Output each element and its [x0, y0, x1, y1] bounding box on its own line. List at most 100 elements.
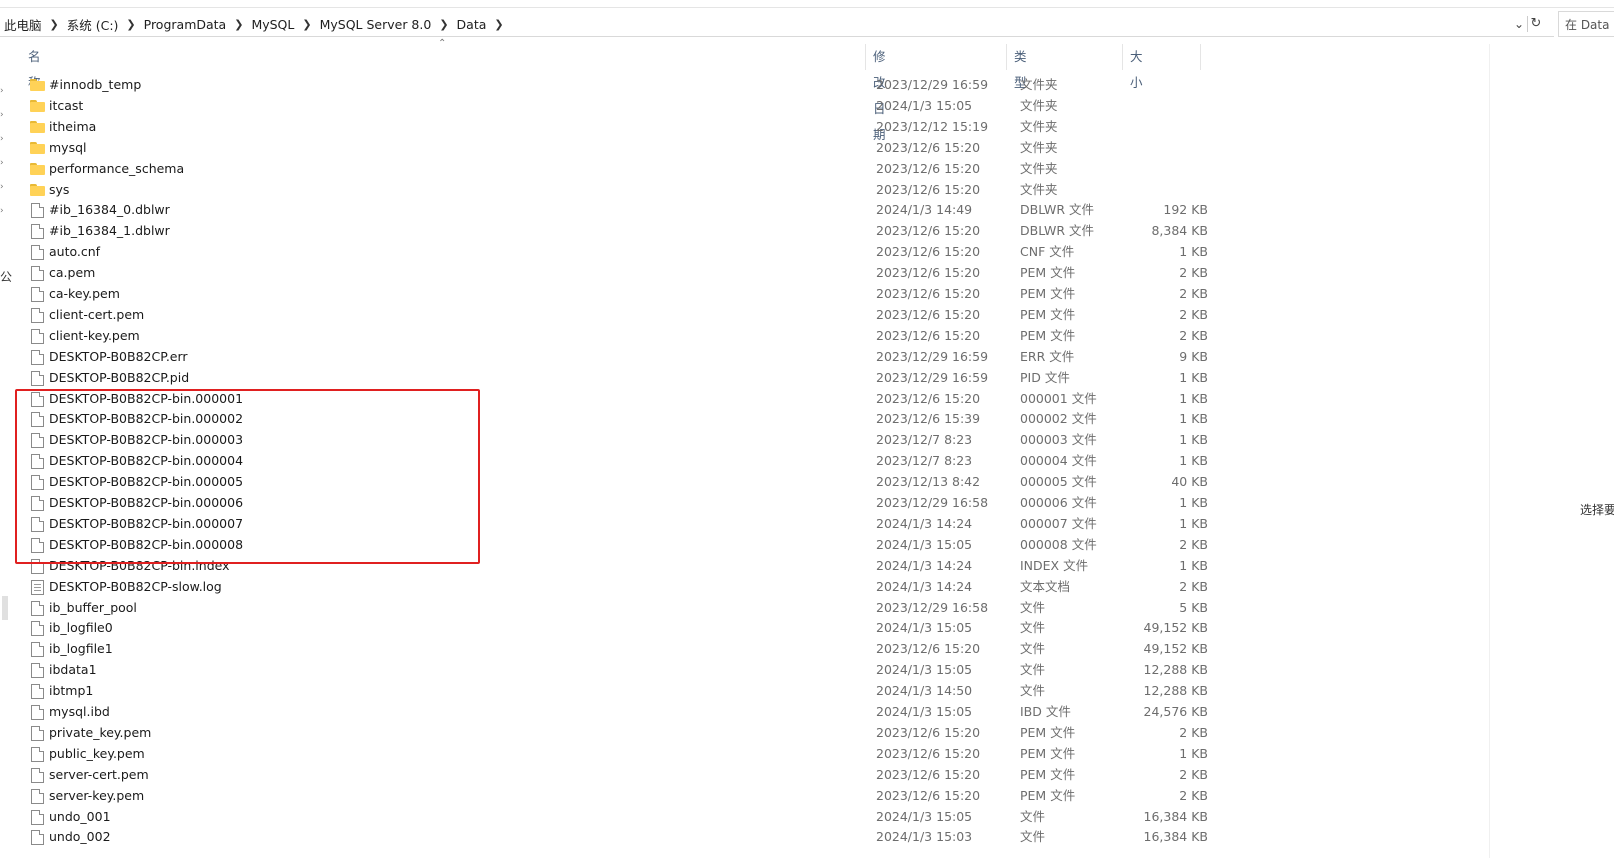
breadcrumb-this-pc[interactable]: 此电脑 [0, 15, 46, 34]
file-name: ib_buffer_pool [49, 599, 137, 615]
file-type: 文件夹 [1020, 77, 1058, 92]
file-row[interactable]: sys 2023/12/6 15:20 文件夹 [0, 180, 1230, 200]
file-name: ca.pem [49, 265, 96, 281]
file-row[interactable]: ca-key.pem 2023/12/6 15:20 PEM 文件 2 KB [0, 284, 1230, 304]
search-input[interactable]: 在 Data [1558, 11, 1614, 37]
breadcrumb-programdata[interactable]: ProgramData [140, 17, 231, 32]
file-name: server-key.pem [49, 787, 145, 803]
file-row[interactable]: #ib_16384_1.dblwr 2023/12/6 15:20 DBLWR 文件… [0, 221, 1230, 241]
file-type: INDEX 文件 [1020, 557, 1089, 573]
breadcrumb-mysql[interactable]: MySQL [247, 17, 298, 32]
file-size: 2 KB [1179, 327, 1208, 343]
address-bar[interactable]: 此电脑 ❯ 系统 (C:) ❯ ProgramData ❯ MySQL ❯ My… [0, 11, 1554, 37]
file-row[interactable]: ib_buffer_pool 2023/12/29 16:58 文件 5 KB [0, 598, 1230, 618]
file-type: 文件 [1020, 683, 1046, 699]
file-type: 文件 [1020, 599, 1046, 615]
file-icon [31, 725, 44, 741]
file-name: ibtmp1 [49, 683, 94, 699]
file-row[interactable]: ib_logfile0 2024/1/3 15:05 文件 49,152 KB [0, 618, 1230, 638]
file-row[interactable]: undo_001 2024/1/3 15:05 文件 16,384 KB [0, 807, 1230, 827]
file-row[interactable]: DESKTOP-B0B82CP.err 2023/12/29 16:59 ERR 文… [0, 347, 1230, 367]
file-size: 16,384 KB [1143, 808, 1208, 824]
file-row[interactable]: public_key.pem 2023/12/6 15:20 PEM 文件 1 KB [0, 744, 1230, 764]
file-name: DESKTOP-B0B82CP.err [49, 348, 188, 364]
file-type: ERR 文件 [1020, 348, 1075, 364]
file-row[interactable]: DESKTOP-B0B82CP-slow.log 2024/1/3 14:24 文本… [0, 577, 1230, 597]
file-modified-date: 2023/12/6 15:20 [876, 139, 981, 155]
chevron-down-icon[interactable]: ⌄ [1512, 15, 1526, 33]
file-modified-date: 2023/12/6 15:39 [876, 411, 981, 427]
column-divider[interactable] [1122, 44, 1123, 70]
breadcrumb-mysql-server[interactable]: MySQL Server 8.0 [316, 17, 436, 32]
file-name: ca-key.pem [49, 286, 120, 301]
file-icon [31, 621, 44, 637]
file-name: DESKTOP-B0B82CP.pid [49, 369, 190, 385]
file-modified-date: 2024/1/3 14:50 [876, 683, 973, 699]
file-type: 文件夹 [1020, 139, 1058, 155]
file-modified-date: 2023/12/29 16:58 [876, 495, 989, 510]
file-icon [31, 746, 44, 762]
file-row[interactable]: client-key.pem 2023/12/6 15:20 PEM 文件 2 KB [0, 326, 1230, 346]
chevron-right-icon[interactable]: ❯ [46, 18, 63, 31]
file-size: 1 KB [1179, 411, 1208, 427]
file-icon [31, 705, 44, 720]
column-header-name[interactable]: 名称 [22, 44, 41, 90]
file-name: sys [49, 181, 70, 197]
file-type: CNF 文件 [1020, 244, 1075, 260]
file-icon [31, 767, 44, 783]
file-icon [31, 642, 44, 658]
file-row[interactable]: ibtmp1 2024/1/3 14:50 文件 12,288 KB [0, 681, 1230, 701]
chevron-right-icon[interactable]: ❯ [490, 18, 507, 31]
file-size: 12,288 KB [1143, 662, 1208, 678]
file-name: DESKTOP-B0B82CP-slow.log [49, 578, 222, 594]
file-name: #ib_16384_1.dblwr [49, 223, 170, 239]
file-size [1130, 180, 1208, 200]
file-type: 000006 文件 [1020, 495, 1097, 510]
chevron-right-icon[interactable]: ❯ [122, 18, 139, 31]
file-row[interactable]: itheima 2023/12/12 15:19 文件夹 [0, 117, 1230, 137]
breadcrumb-data[interactable]: Data [453, 17, 491, 32]
file-type: 文件 [1020, 829, 1046, 845]
column-divider[interactable] [865, 44, 866, 70]
file-modified-date: 2023/12/6 15:20 [876, 787, 981, 803]
chevron-right-icon[interactable]: ❯ [230, 18, 247, 31]
file-modified-date: 2023/12/6 15:20 [876, 223, 981, 239]
chevron-right-icon[interactable]: ❯ [298, 18, 315, 31]
file-size [1130, 138, 1208, 158]
file-modified-date: 2024/1/3 15:03 [876, 829, 973, 845]
file-row[interactable]: ca.pem 2023/12/6 15:20 PEM 文件 2 KB [0, 263, 1230, 283]
file-row[interactable]: private_key.pem 2023/12/6 15:20 PEM 文件 2 KB [0, 723, 1230, 743]
file-row[interactable]: undo_002 2024/1/3 15:03 文件 16,384 KB [0, 827, 1230, 847]
file-row[interactable]: #innodb_temp 2023/12/29 16:59 文件夹 [0, 75, 1230, 95]
column-divider[interactable] [1006, 44, 1007, 70]
column-divider[interactable] [1200, 44, 1201, 70]
column-header-size[interactable]: 大小 [1124, 44, 1143, 90]
breadcrumb-drive-c[interactable]: 系统 (C:) [63, 15, 123, 34]
file-name: mysql [49, 139, 87, 155]
file-row[interactable]: itcast 2024/1/3 15:05 文件夹 [0, 96, 1230, 116]
file-row[interactable]: server-key.pem 2023/12/6 15:20 PEM 文件 2 KB [0, 786, 1230, 806]
folder-icon [30, 99, 45, 112]
refresh-icon[interactable]: ↻ [1528, 15, 1544, 33]
file-modified-date: 2023/12/6 15:20 [876, 244, 981, 260]
file-icon [31, 370, 44, 386]
file-row[interactable]: mysql.ibd 2024/1/3 15:05 IBD 文件 24,576 KB [0, 702, 1230, 722]
file-row[interactable]: #ib_16384_0.dblwr 2024/1/3 14:49 DBLWR 文件 1… [0, 200, 1230, 220]
file-row[interactable]: ibdata1 2024/1/3 15:05 文件 12,288 KB [0, 660, 1230, 680]
file-modified-date: 2024/1/3 14:24 [876, 557, 973, 573]
file-row[interactable]: client-cert.pem 2023/12/6 15:20 PEM 文件 2 KB [0, 305, 1230, 325]
file-name: server-cert.pem [49, 766, 149, 782]
file-row[interactable]: auto.cnf 2023/12/6 15:20 CNF 文件 1 KB [0, 242, 1230, 262]
column-header-date[interactable]: 修改日期 [867, 44, 886, 142]
file-row[interactable]: DESKTOP-B0B82CP.pid 2023/12/29 16:59 PID 文… [0, 368, 1230, 388]
file-row[interactable]: ib_logfile1 2023/12/6 15:20 文件 49,152 KB [0, 639, 1230, 659]
file-type: PEM 文件 [1020, 327, 1076, 343]
file-name: ibdata1 [49, 662, 97, 678]
file-row[interactable]: server-cert.pem 2023/12/6 15:20 PEM 文件 2 KB [0, 765, 1230, 785]
file-row[interactable]: performance_schema 2023/12/6 15:20 文件夹 [0, 159, 1230, 179]
file-size: 2 KB [1179, 787, 1208, 803]
file-row[interactable]: mysql 2023/12/6 15:20 文件夹 [0, 138, 1230, 158]
chevron-right-icon[interactable]: ❯ [435, 18, 452, 31]
file-icon [31, 809, 44, 825]
column-header-type[interactable]: 类型 [1008, 44, 1027, 90]
